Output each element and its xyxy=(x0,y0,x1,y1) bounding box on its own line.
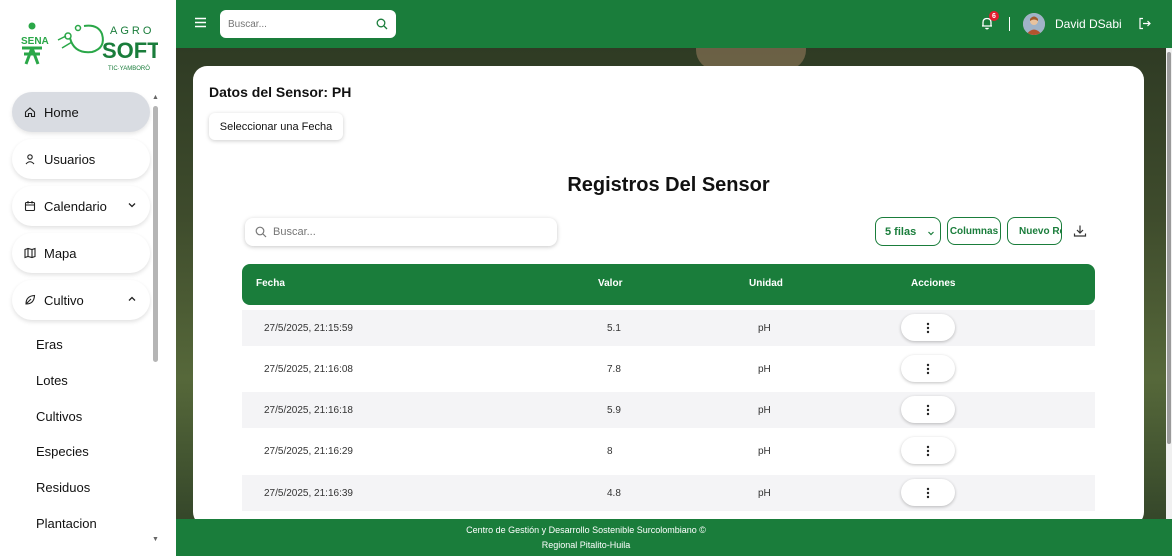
column-header-unidad[interactable]: Unidad xyxy=(749,278,783,289)
cell-fecha: 27/5/2025, 21:16:29 xyxy=(264,446,353,457)
cell-valor: 5.9 xyxy=(607,405,621,416)
chevron-down-icon xyxy=(928,231,934,236)
table-row[interactable]: 27/5/2025, 21:16:18 5.9 pH xyxy=(242,392,1095,428)
avatar[interactable] xyxy=(1023,13,1045,35)
sidebar-subitem-eras[interactable]: Eras xyxy=(36,337,63,352)
home-icon xyxy=(23,105,37,119)
column-header-valor[interactable]: Valor xyxy=(598,278,622,289)
sensor-card: Datos del Sensor: PH Seleccionar una Fec… xyxy=(193,66,1144,526)
user-icon xyxy=(23,152,37,166)
top-navbar: 6 David DSabi xyxy=(176,0,1172,48)
rows-per-page-value: 5 filas xyxy=(885,225,917,238)
rows-per-page-select[interactable]: 5 filas xyxy=(875,217,941,246)
cell-fecha: 27/5/2025, 21:16:39 xyxy=(264,488,353,499)
sidebar-item-label: Mapa xyxy=(44,245,77,261)
search-icon xyxy=(255,226,267,238)
column-header-fecha[interactable]: Fecha xyxy=(256,278,285,289)
more-vertical-icon xyxy=(926,404,930,415)
map-icon xyxy=(23,246,37,260)
svg-text:AGRO: AGRO xyxy=(110,25,154,37)
global-search[interactable] xyxy=(220,10,396,38)
column-header-acciones: Acciones xyxy=(911,278,956,289)
sidebar-subitem-lotes[interactable]: Lotes xyxy=(36,373,68,388)
columns-button[interactable]: Columnas xyxy=(947,217,1001,245)
cell-unidad: pH xyxy=(758,488,771,499)
global-search-input[interactable] xyxy=(228,18,368,30)
sidebar-subitem-especies[interactable]: Especies xyxy=(36,444,89,459)
footer-line-1: Centro de Gestión y Desarrollo Sostenibl… xyxy=(466,525,706,535)
cell-valor: 4.8 xyxy=(607,488,621,499)
sidebar-item-label: Cultivo xyxy=(44,292,84,308)
notification-badge: 6 xyxy=(989,11,999,21)
cell-unidad: pH xyxy=(758,446,771,457)
sidebar-item-usuarios[interactable]: Usuarios xyxy=(12,139,150,179)
more-vertical-icon xyxy=(926,487,930,498)
table-row[interactable]: 27/5/2025, 21:15:59 5.1 pH xyxy=(242,310,1095,346)
footer-line-2: Regional Pitalito-Huila xyxy=(541,540,631,550)
table-row[interactable]: 27/5/2025, 21:16:39 4.8 pH xyxy=(242,475,1095,511)
row-actions-button[interactable] xyxy=(901,355,955,382)
sensor-title: Datos del Sensor: PH xyxy=(209,84,352,100)
sidebar-subitem-residuos[interactable]: Residuos xyxy=(36,480,90,495)
menu-icon[interactable] xyxy=(195,17,206,28)
sidebar-item-cultivo[interactable]: Cultivo xyxy=(12,280,150,320)
table-header: Fecha Valor Unidad Acciones xyxy=(242,264,1095,305)
logout-icon[interactable] xyxy=(1138,17,1151,30)
table-row[interactable]: 27/5/2025, 21:16:08 7.8 pH xyxy=(242,351,1095,387)
svg-text:TIC·YAMBORÓ: TIC·YAMBORÓ xyxy=(108,65,150,72)
scroll-down-arrow[interactable]: ▼ xyxy=(152,536,159,543)
new-record-button[interactable]: Nuevo Re xyxy=(1007,217,1062,245)
chevron-up-icon[interactable] xyxy=(126,293,138,305)
cell-unidad: pH xyxy=(758,364,771,375)
svg-text:SOFT: SOFT xyxy=(102,38,158,63)
sidebar-item-label: Calendario xyxy=(44,198,107,214)
sidebar-nav: Home Usuarios Calendario Mapa Cultivo Er… xyxy=(0,88,152,556)
user-name[interactable]: David DSabi xyxy=(1055,17,1122,31)
select-date-button[interactable]: Seleccionar una Fecha xyxy=(209,113,343,140)
footer: Centro de Gestión y Desarrollo Sostenibl… xyxy=(176,519,1172,556)
calendar-icon xyxy=(23,199,37,213)
search-icon[interactable] xyxy=(376,18,388,30)
row-actions-button[interactable] xyxy=(901,396,955,423)
cell-unidad: pH xyxy=(758,323,771,334)
leaf-icon xyxy=(23,293,37,307)
cell-valor: 8 xyxy=(607,446,613,457)
cell-fecha: 27/5/2025, 21:16:08 xyxy=(264,364,353,375)
records-title: Registros Del Sensor xyxy=(567,174,770,196)
cell-valor: 5.1 xyxy=(607,323,621,334)
sidebar-scrollbar[interactable] xyxy=(153,106,158,362)
sidebar: SENA AGRO SOFT TIC·YAMBORÓ Home Usuarios xyxy=(0,0,176,556)
sidebar-subitem-cultivos[interactable]: Cultivos xyxy=(36,409,82,424)
sidebar-item-calendario[interactable]: Calendario xyxy=(12,186,150,226)
table-search-input[interactable] xyxy=(273,226,533,238)
more-vertical-icon xyxy=(926,363,930,374)
sidebar-item-mapa[interactable]: Mapa xyxy=(12,233,150,273)
more-vertical-icon xyxy=(926,322,930,333)
sidebar-item-home[interactable]: Home xyxy=(12,92,150,132)
row-actions-button[interactable] xyxy=(901,314,955,341)
row-actions-button[interactable] xyxy=(901,437,955,464)
sidebar-item-label: Home xyxy=(44,104,79,120)
sidebar-item-label: Usuarios xyxy=(44,151,96,167)
cell-unidad: pH xyxy=(758,405,771,416)
sidebar-subitem-plantacion[interactable]: Plantacion xyxy=(36,516,97,531)
cell-valor: 7.8 xyxy=(607,364,621,375)
table-search[interactable] xyxy=(245,218,557,246)
table-row[interactable]: 27/5/2025, 21:16:29 8 pH xyxy=(242,433,1095,469)
row-actions-button[interactable] xyxy=(901,479,955,506)
download-icon[interactable] xyxy=(1073,224,1087,238)
cell-fecha: 27/5/2025, 21:16:18 xyxy=(264,405,353,416)
scroll-up-arrow[interactable]: ▲ xyxy=(152,94,159,101)
chevron-down-icon[interactable] xyxy=(126,199,138,211)
page-scrollbar[interactable] xyxy=(1167,52,1171,444)
sena-logo-text: SENA xyxy=(21,36,49,47)
topbar-divider xyxy=(1009,17,1010,31)
cell-fecha: 27/5/2025, 21:15:59 xyxy=(264,323,353,334)
more-vertical-icon xyxy=(926,445,930,456)
agrosoft-logo[interactable]: SENA AGRO SOFT TIC·YAMBORÓ xyxy=(18,18,161,74)
